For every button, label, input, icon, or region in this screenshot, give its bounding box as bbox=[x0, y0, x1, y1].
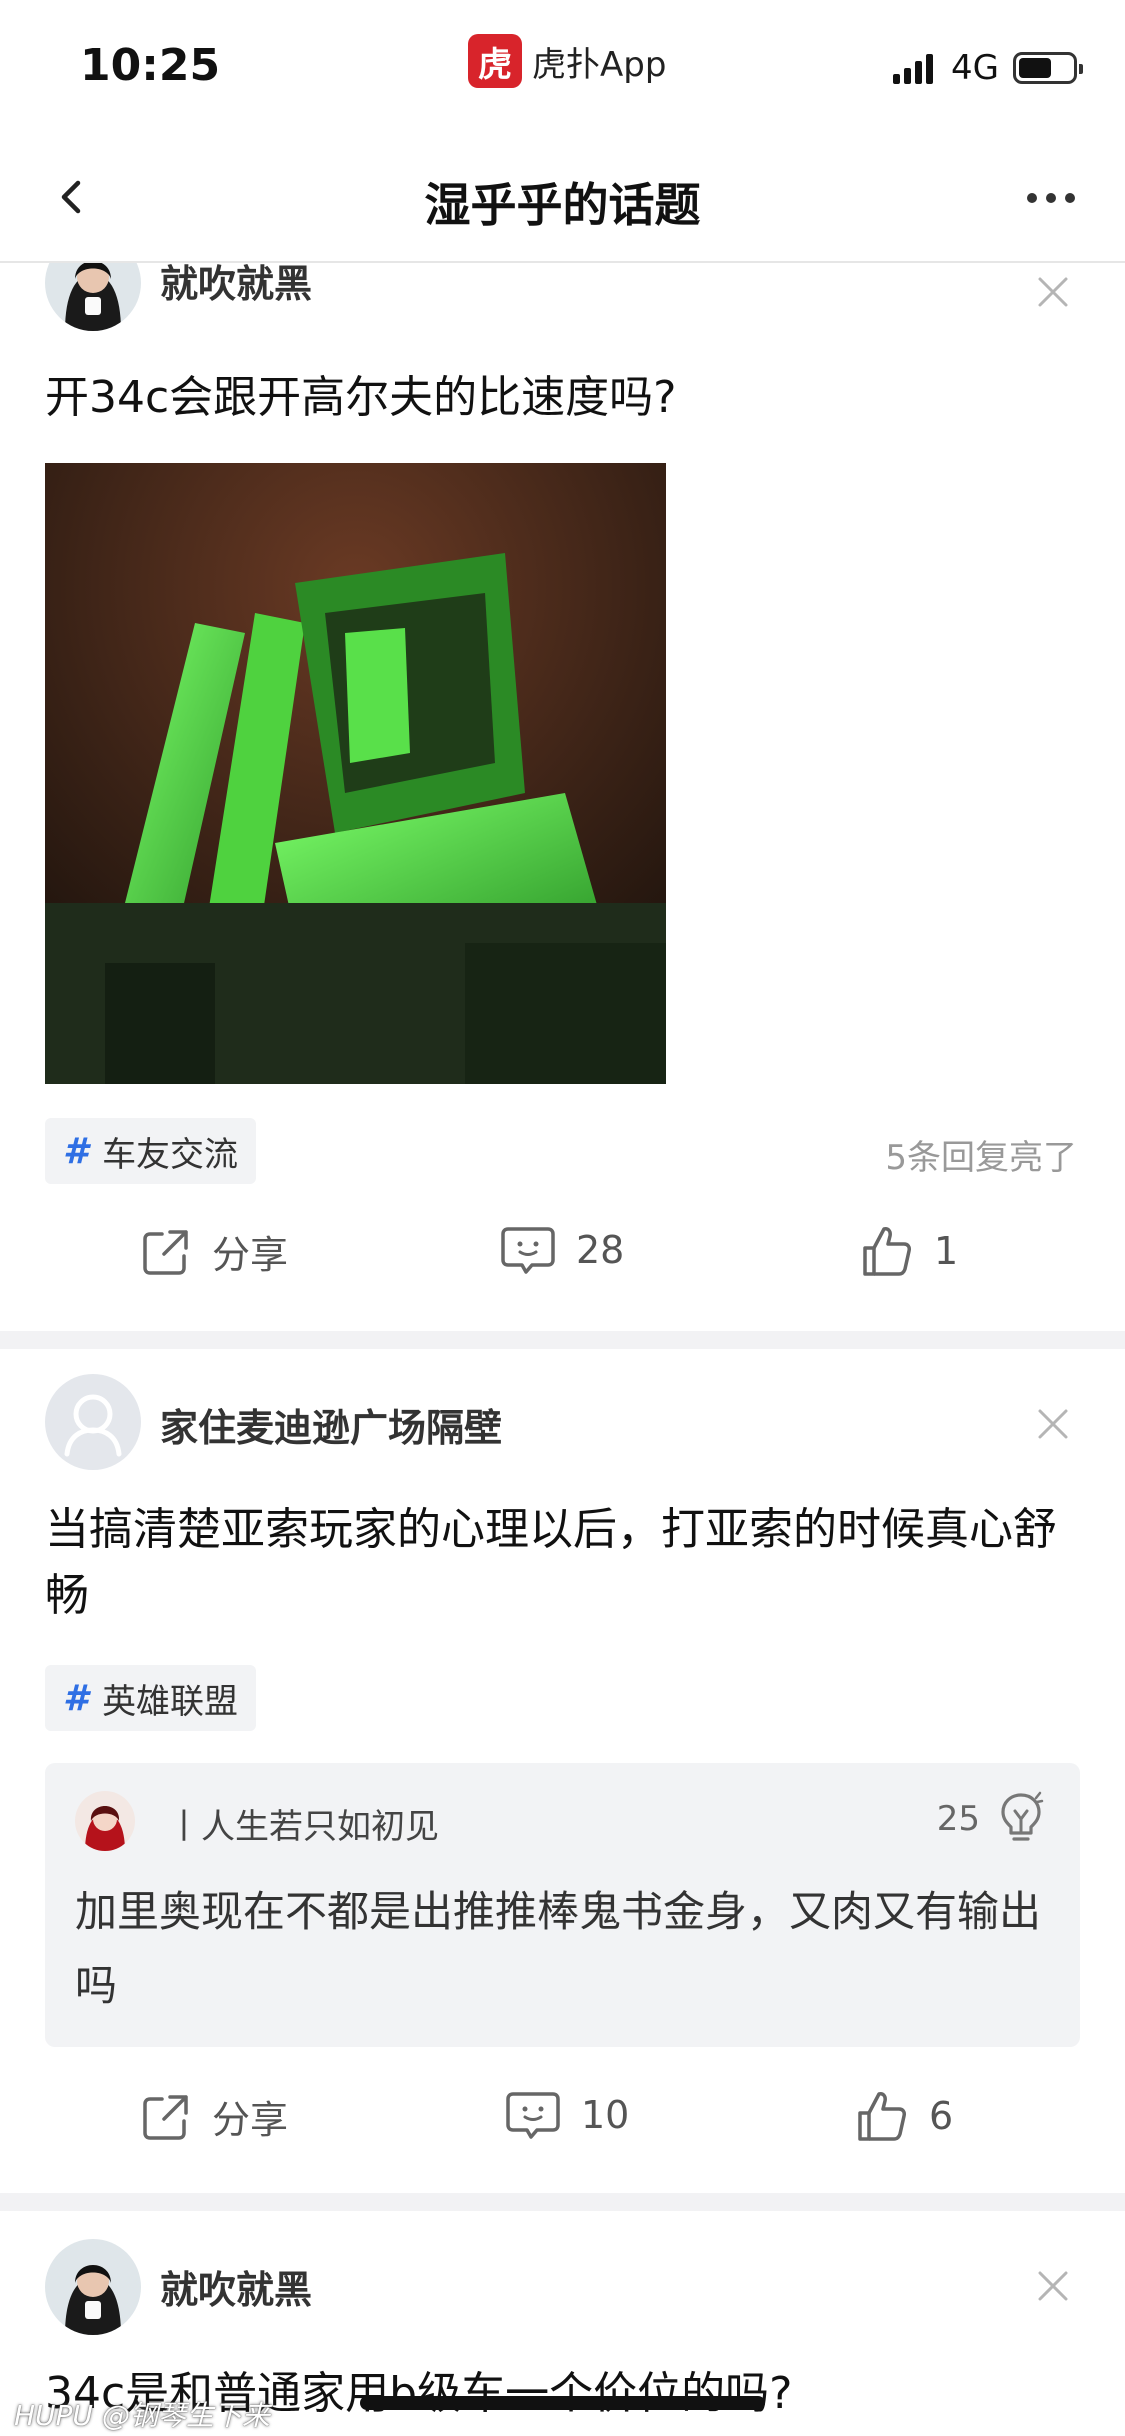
post-author[interactable]: 就吹就黑 bbox=[160, 2259, 312, 2314]
comment-light-count: 25 bbox=[936, 1799, 980, 1839]
post-author[interactable]: 家住麦迪逊广场隔壁 bbox=[160, 1397, 502, 1452]
watermark: HUPU @钢琴生下来 bbox=[14, 2399, 270, 2432]
post-text[interactable]: 当搞清楚亚索玩家的心理以后，打亚索的时候真心舒畅 bbox=[45, 1497, 1080, 1629]
comment-count: 28 bbox=[576, 1228, 625, 1272]
topic-tag-label: 车友交流 bbox=[102, 1134, 239, 1175]
share-icon bbox=[143, 2094, 188, 2140]
close-icon[interactable] bbox=[1036, 2269, 1070, 2303]
share-label: 分享 bbox=[212, 1233, 289, 1277]
battery-icon bbox=[1013, 52, 1083, 84]
signal-icon bbox=[893, 52, 937, 84]
reply-highlight-note[interactable]: 5条回复亮了 bbox=[885, 1130, 1077, 1179]
share-button[interactable]: 分享 bbox=[140, 2089, 288, 2144]
comment-button[interactable]: 10 bbox=[505, 2089, 629, 2141]
feed[interactable]: 就吹就黑 开34c会跟开高尔夫的比速度吗? # 车友交流 5条回复亮了 分享 2… bbox=[0, 263, 1125, 2436]
like-count: 1 bbox=[934, 1229, 959, 1273]
close-icon[interactable] bbox=[1036, 1407, 1070, 1441]
comment-icon bbox=[506, 2092, 560, 2139]
post-actions: 分享 28 1 bbox=[0, 1208, 1125, 1298]
status-app-name: 虎扑App bbox=[532, 44, 667, 85]
more-options-icon[interactable] bbox=[1018, 193, 1075, 203]
topic-tag[interactable]: # 英雄联盟 bbox=[45, 1665, 257, 1731]
like-count: 6 bbox=[929, 2094, 954, 2138]
comment-button[interactable]: 28 bbox=[500, 1224, 624, 1276]
hupu-logo-icon: 虎 bbox=[468, 34, 522, 88]
network-label: 4G bbox=[951, 48, 999, 88]
lightbulb-icon[interactable] bbox=[996, 1789, 1046, 1845]
commenter-avatar[interactable] bbox=[75, 1791, 135, 1851]
comment-text[interactable]: 加里奥现在不都是出推推棒鬼书金身，又肉又有输出吗 bbox=[75, 1875, 1050, 2023]
status-app-indicator: 虎 虎扑App bbox=[468, 34, 666, 88]
share-button[interactable]: 分享 bbox=[140, 1224, 288, 1279]
comment-count: 10 bbox=[581, 2093, 630, 2137]
nav-bar: 湿乎乎的话题 bbox=[0, 135, 1125, 263]
hot-comment[interactable]: 丨人生若只如初见 25 加里奥现在不都是出推推棒鬼书金身，又肉又有输出吗 bbox=[45, 1763, 1080, 2047]
share-icon bbox=[143, 1229, 188, 1275]
like-button[interactable]: 1 bbox=[860, 1224, 958, 1278]
thumbs-up-icon bbox=[858, 2092, 906, 2141]
share-label: 分享 bbox=[212, 2098, 289, 2142]
status-time: 10:25 bbox=[80, 40, 221, 91]
status-right: 4G bbox=[893, 48, 1083, 88]
comment-icon bbox=[501, 1227, 555, 1274]
section-divider bbox=[0, 2193, 1125, 2211]
post-text[interactable]: 开34c会跟开高尔夫的比速度吗? bbox=[45, 365, 1080, 431]
topic-tag-label: 英雄联盟 bbox=[102, 1681, 239, 1722]
topic-tag[interactable]: # 车友交流 bbox=[45, 1118, 257, 1184]
hashtag-icon: # bbox=[63, 1677, 89, 1719]
status-bar: 10:25 虎 虎扑App 4G bbox=[0, 0, 1125, 135]
hashtag-icon: # bbox=[63, 1130, 89, 1172]
section-divider bbox=[0, 1331, 1125, 1349]
avatar[interactable] bbox=[45, 263, 141, 331]
thumbs-up-icon bbox=[863, 1227, 911, 1276]
post-image[interactable] bbox=[45, 463, 666, 1084]
home-indicator[interactable] bbox=[360, 2396, 765, 2410]
post-actions: 分享 10 6 bbox=[0, 2073, 1125, 2163]
post-card[interactable]: 就吹就黑 开34c会跟开高尔夫的比速度吗? # 车友交流 5条回复亮了 分享 2… bbox=[0, 263, 1125, 1323]
page-title: 湿乎乎的话题 bbox=[424, 178, 701, 232]
avatar[interactable] bbox=[45, 2239, 141, 2335]
close-icon[interactable] bbox=[1036, 275, 1070, 309]
default-avatar[interactable] bbox=[45, 1374, 141, 1470]
like-button[interactable]: 6 bbox=[855, 2089, 953, 2143]
commenter-name[interactable]: 丨人生若只如初见 bbox=[167, 1799, 439, 1848]
post-author[interactable]: 就吹就黑 bbox=[160, 263, 312, 308]
